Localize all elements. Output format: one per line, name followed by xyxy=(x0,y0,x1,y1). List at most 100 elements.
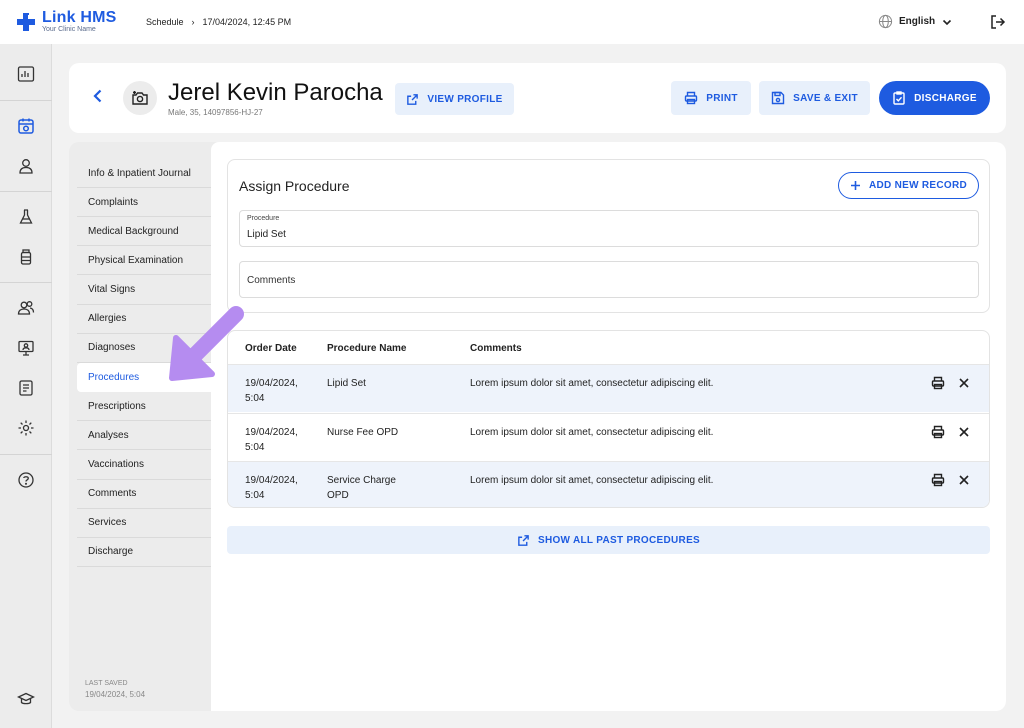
patient-info: Male, 35, 14097856-HJ-27 xyxy=(168,108,263,117)
table-row[interactable]: 19/04/2024, 5:04 Service Charge OPD Lorem ip… xyxy=(228,461,989,507)
order-date-cell: 19/04/2024, 5:04 xyxy=(245,425,298,455)
rail-staff[interactable] xyxy=(14,296,38,320)
procedure-name-cell: Nurse Fee OPD xyxy=(327,425,398,440)
app-rail xyxy=(0,44,52,728)
save-icon xyxy=(771,91,785,105)
nav-item-physical-examination[interactable]: Physical Examination xyxy=(77,246,211,276)
order-time-line: 5:04 xyxy=(245,441,265,453)
breadcrumb-separator: › xyxy=(191,17,195,27)
show-all-label: SHOW ALL PAST PROCEDURES xyxy=(537,534,701,546)
procedure-name-line: Nurse Fee OPD xyxy=(327,426,399,438)
table-row[interactable]: 19/04/2024, 5:04 Nurse Fee OPD Lorem ipsum … xyxy=(228,412,989,461)
plus-icon xyxy=(850,181,860,190)
nav-item-services[interactable]: Services xyxy=(77,509,211,538)
help-icon xyxy=(18,472,34,488)
monitor-icon xyxy=(18,340,34,356)
printer-icon xyxy=(685,91,698,105)
chevron-down-icon xyxy=(943,19,952,25)
procedure-name-line: Lipid Set xyxy=(327,378,366,389)
row-delete-button[interactable] xyxy=(956,424,972,440)
comments-field-placeholder: Comments xyxy=(247,275,296,286)
print-button[interactable]: PRINT xyxy=(671,81,751,115)
patient-header: Jerel Kevin Parocha Male, 35, 14097856-H… xyxy=(69,63,1006,133)
nav-item-info-inpatient-journal[interactable]: Info & Inpatient Journal xyxy=(77,159,211,188)
row-print-button[interactable] xyxy=(930,424,946,440)
logout-icon[interactable] xyxy=(990,14,1006,30)
view-profile-label: VIEW PROFILE xyxy=(427,93,503,105)
row-delete-button[interactable] xyxy=(956,375,972,391)
comment-cell: Lorem ipsum dolor sit amet, consectetur … xyxy=(470,426,714,438)
rail-training[interactable] xyxy=(14,687,38,711)
rail-pharmacy[interactable] xyxy=(14,245,38,269)
nav-item-discharge[interactable]: Discharge xyxy=(77,538,211,567)
medicine-bottle-icon xyxy=(20,249,32,265)
procedure-name-cell: Lipid Set xyxy=(327,376,366,391)
discharge-button[interactable]: DISCHARGE xyxy=(879,81,990,115)
user-icon xyxy=(19,159,33,174)
encounter-panel: Info & Inpatient Journal Complaints Medica… xyxy=(69,142,1006,711)
order-time-line: 5:04 xyxy=(245,490,265,501)
procedure-field[interactable]: Procedure Lipid Set xyxy=(239,210,979,247)
breadcrumb: Schedule › 17/04/2024, 12:45 PM xyxy=(146,17,291,27)
nav-item-complaints[interactable]: Complaints xyxy=(77,188,211,218)
rail-schedule[interactable] xyxy=(14,114,38,138)
rail-patients[interactable] xyxy=(14,154,38,178)
flask-icon xyxy=(19,209,33,224)
row-print-button[interactable] xyxy=(930,375,946,391)
view-profile-button[interactable]: VIEW PROFILE xyxy=(395,83,514,115)
rail-settings[interactable] xyxy=(14,416,38,440)
gear-icon xyxy=(18,420,34,436)
report-icon xyxy=(19,380,33,396)
last-saved-value: 19/04/2024, 5:04 xyxy=(85,690,146,699)
rail-dashboard[interactable] xyxy=(14,62,38,86)
nav-item-analyses[interactable]: Analyses xyxy=(77,421,211,451)
nav-item-medical-background[interactable]: Medical Background xyxy=(77,217,211,247)
printer-icon xyxy=(931,473,945,487)
language-selector[interactable]: English xyxy=(878,14,953,29)
procedures-content: Assign Procedure ADD NEW RECORD Procedur… xyxy=(211,142,1006,711)
breadcrumb-schedule[interactable]: Schedule xyxy=(146,17,184,27)
printer-icon xyxy=(931,425,945,438)
order-date-line: 19/04/2024, xyxy=(245,426,298,438)
nav-item-prescriptions[interactable]: Prescriptions xyxy=(77,392,211,422)
save-exit-label: SAVE & EXIT xyxy=(793,92,858,104)
show-all-past-procedures-button[interactable]: SHOW ALL PAST PROCEDURES xyxy=(227,526,990,554)
comments-field[interactable]: Comments xyxy=(239,261,979,298)
assign-procedure-card: Assign Procedure ADD NEW RECORD Procedur… xyxy=(227,159,990,313)
table-row[interactable]: 19/04/2024, 5:04 Lipid Set Lorem ipsum dolo… xyxy=(228,364,989,412)
order-time-line: 5:04 xyxy=(245,393,265,404)
brand-name: Link HMS xyxy=(42,9,117,26)
rail-reports[interactable] xyxy=(14,376,38,400)
column-header-procedure-name: Procedure Name xyxy=(327,343,407,354)
save-exit-button[interactable]: SAVE & EXIT xyxy=(759,81,870,115)
rail-telemedicine[interactable] xyxy=(14,336,38,360)
brand-tagline: Your Clinic Name xyxy=(42,26,96,33)
last-saved: LAST SAVED 19/04/2024, 5:04 xyxy=(85,678,145,700)
rail-lab[interactable] xyxy=(14,205,38,229)
rail-help[interactable] xyxy=(14,468,38,492)
procedure-name-line: OPD xyxy=(327,490,349,501)
graduation-cap-icon xyxy=(17,692,35,705)
add-new-record-label: ADD NEW RECORD xyxy=(868,180,968,191)
back-arrow-icon[interactable] xyxy=(89,87,107,105)
clipboard-check-icon xyxy=(893,91,905,105)
top-bar: Link HMS Your Clinic Name Schedule › 17/… xyxy=(0,0,1024,44)
row-delete-button[interactable] xyxy=(956,472,972,488)
row-print-button[interactable] xyxy=(930,472,946,488)
language-label: English xyxy=(899,16,936,27)
section-nav: Info & Inpatient Journal Complaints Medica… xyxy=(69,142,211,711)
nav-item-comments[interactable]: Comments xyxy=(77,480,211,509)
print-label: PRINT xyxy=(706,92,738,104)
logo[interactable]: Link HMS Your Clinic Name xyxy=(16,10,117,34)
calendar-icon xyxy=(18,118,34,134)
external-link-icon xyxy=(407,93,419,105)
patient-photo-button[interactable] xyxy=(123,81,157,115)
dashboard-icon xyxy=(17,66,35,82)
external-link-icon xyxy=(518,534,529,546)
nav-item-vaccinations[interactable]: Vaccinations xyxy=(77,451,211,480)
procedure-name-cell: Service Charge OPD xyxy=(327,473,396,503)
printer-icon xyxy=(931,376,945,390)
add-new-record-button[interactable]: ADD NEW RECORD xyxy=(838,172,979,199)
close-icon xyxy=(959,426,969,437)
procedure-name-line: Service Charge xyxy=(327,475,396,486)
